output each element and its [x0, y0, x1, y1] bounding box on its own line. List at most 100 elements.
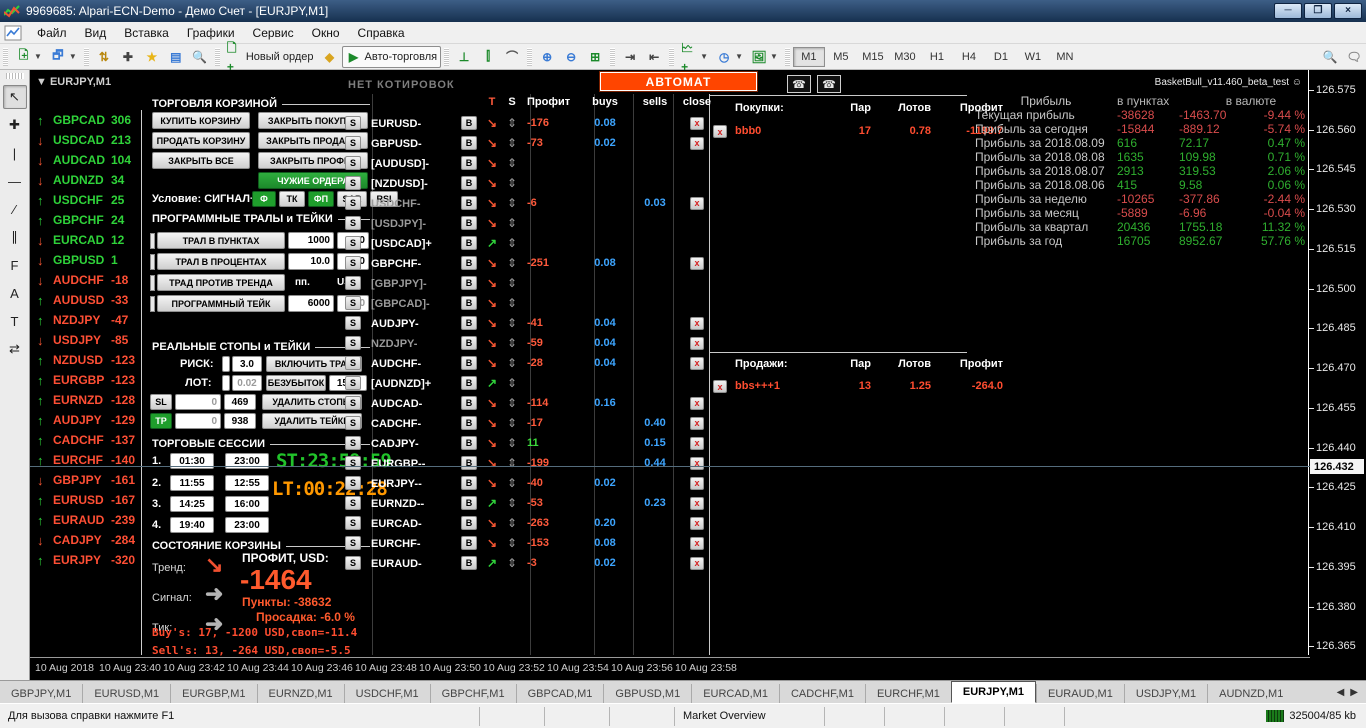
tab-gbpusd[interactable]: GBPUSD,M1 — [603, 684, 691, 703]
toggle-fp[interactable]: ФП — [308, 191, 334, 207]
sell-button[interactable]: S — [345, 196, 361, 210]
sell-button[interactable]: S — [345, 436, 361, 450]
chevron-down-icon[interactable]: ▼ — [69, 52, 77, 61]
sl-value-2[interactable]: 469 — [224, 394, 256, 410]
buy-button[interactable]: B — [461, 436, 477, 450]
buy-button[interactable]: B — [461, 176, 477, 190]
tab-scroll-left[interactable]: ◀ — [1337, 687, 1345, 698]
tp-chip[interactable]: TP — [150, 413, 172, 429]
close-row-button[interactable]: x — [690, 537, 704, 550]
chevron-down-icon[interactable]: ▼ — [735, 52, 743, 61]
buy-button[interactable]: B — [461, 136, 477, 150]
buy-button[interactable]: B — [461, 456, 477, 470]
buy-button[interactable]: B — [461, 156, 477, 170]
horizontal-line-tool[interactable]: — — [3, 169, 27, 193]
buy-button[interactable]: B — [461, 516, 477, 530]
buy-button[interactable]: B — [461, 476, 477, 490]
drag-handle[interactable] — [150, 275, 155, 291]
buy-button[interactable]: B — [461, 356, 477, 370]
close-row-button[interactable]: x — [690, 397, 704, 410]
close-row-button[interactable]: x — [690, 417, 704, 430]
trail-percent-value[interactable]: 10.0 — [288, 253, 334, 270]
tab-usdchf[interactable]: USDCHF,M1 — [344, 684, 430, 703]
close-row-button[interactable]: x — [690, 497, 704, 510]
minimize-button[interactable]: ─ — [1274, 3, 1302, 19]
phone-icon[interactable]: ☎ — [787, 75, 811, 93]
tab-eurgbp[interactable]: EURGBP,M1 — [170, 684, 256, 703]
timeframe-m15[interactable]: M15 — [857, 47, 889, 67]
buy-button[interactable]: B — [461, 236, 477, 250]
profiles-button[interactable]: 🗗▼ — [46, 46, 81, 68]
channel-tool[interactable]: ∥ — [3, 225, 27, 249]
sell-button[interactable]: S — [345, 456, 361, 470]
lot-checkbox[interactable] — [222, 375, 230, 391]
sell-button[interactable]: S — [345, 416, 361, 430]
tab-scroll-right[interactable]: ▶ — [1350, 687, 1358, 698]
session2-from[interactable]: 11:55 — [170, 475, 214, 491]
program-take-button[interactable]: ПРОГРАММНЫЙ ТЕЙК — [157, 295, 285, 312]
menu-window[interactable]: Окно — [303, 24, 349, 42]
sell-button[interactable]: S — [345, 256, 361, 270]
buy-button[interactable]: B — [461, 396, 477, 410]
periods-button[interactable]: ◷▼ — [712, 46, 747, 68]
sell-button[interactable]: S — [345, 216, 361, 230]
buy-button[interactable]: B — [461, 496, 477, 510]
navigator-button[interactable]: ★ — [140, 46, 164, 68]
chevron-down-icon[interactable]: ▼ — [770, 52, 778, 61]
search-button[interactable]: 🔍 — [1318, 46, 1342, 68]
buy-button[interactable]: B — [461, 256, 477, 270]
trail-points-value[interactable]: 1000 — [288, 232, 334, 249]
tab-eurcad[interactable]: EURCAD,M1 — [691, 684, 779, 703]
label-tool[interactable]: T — [3, 309, 27, 333]
close-buys-group-button[interactable]: x — [713, 125, 727, 138]
chat-button[interactable]: 🗨 — [1342, 46, 1366, 68]
trendline-tool[interactable]: ∕ — [3, 197, 27, 221]
tab-eurchf[interactable]: EURCHF,M1 — [865, 684, 951, 703]
sl-chip[interactable]: SL — [150, 394, 172, 410]
close-row-button[interactable]: x — [690, 357, 704, 370]
close-all-button[interactable]: ЗАКРЫТЬ ВСЕ — [152, 152, 250, 169]
buy-button[interactable]: B — [461, 376, 477, 390]
terminal-button[interactable]: ▤ — [164, 46, 188, 68]
close-row-button[interactable]: x — [690, 257, 704, 270]
timeframe-w1[interactable]: W1 — [1017, 47, 1049, 67]
trail-countertrend-button[interactable]: ТРАД ПРОТИВ ТРЕНДА — [157, 274, 285, 291]
data-window-button[interactable]: ✚ — [116, 46, 140, 68]
buy-basket-button[interactable]: КУПИТЬ КОРЗИНУ — [152, 112, 250, 129]
close-row-button[interactable]: x — [690, 517, 704, 530]
buy-button[interactable]: B — [461, 116, 477, 130]
tab-eurusd[interactable]: EURUSD,M1 — [82, 684, 170, 703]
trail-points-button[interactable]: ТРАЛ В ПУНКТАХ — [157, 232, 285, 249]
trail-percent-button[interactable]: ТРАЛ В ПРОЦЕНТАХ — [157, 253, 285, 270]
status-market-overview[interactable]: Market Overview — [675, 707, 825, 726]
lot-value[interactable]: 0.02 — [232, 375, 262, 391]
automat-button[interactable]: АВТОМАТ — [600, 72, 757, 91]
toggle-f[interactable]: Ф — [252, 191, 276, 207]
sell-button[interactable]: S — [345, 516, 361, 530]
menu-view[interactable]: Вид — [76, 24, 116, 42]
menu-tools[interactable]: Сервис — [244, 24, 303, 42]
menu-insert[interactable]: Вставка — [115, 24, 178, 42]
timeframe-m1[interactable]: M1 — [793, 47, 825, 67]
close-row-button[interactable]: x — [690, 137, 704, 150]
drag-handle[interactable] — [150, 233, 155, 249]
session3-to[interactable]: 16:00 — [225, 496, 269, 512]
timeframe-h4[interactable]: H4 — [953, 47, 985, 67]
sell-button[interactable]: S — [345, 156, 361, 170]
tab-eurnzd[interactable]: EURNZD,M1 — [257, 684, 344, 703]
sell-button[interactable]: S — [345, 296, 361, 310]
candlestick-button[interactable]: ⫿ — [476, 46, 500, 68]
market-watch-button[interactable]: ⇅ — [92, 46, 116, 68]
sell-button[interactable]: S — [345, 556, 361, 570]
sell-button[interactable]: S — [345, 136, 361, 150]
sell-button[interactable]: S — [345, 176, 361, 190]
autotrading-button[interactable]: ▶Авто-торговля — [342, 46, 442, 68]
indicators-button[interactable]: 🗠+▼ — [677, 46, 712, 68]
close-row-button[interactable]: x — [690, 457, 704, 470]
timeframe-m5[interactable]: M5 — [825, 47, 857, 67]
buy-button[interactable]: B — [461, 416, 477, 430]
drag-handle[interactable] — [150, 296, 155, 312]
chart-shift-button[interactable]: ⇤ — [642, 46, 666, 68]
risk-value[interactable]: 3.0 — [232, 356, 262, 372]
tab-cadchf[interactable]: CADCHF,M1 — [779, 684, 865, 703]
